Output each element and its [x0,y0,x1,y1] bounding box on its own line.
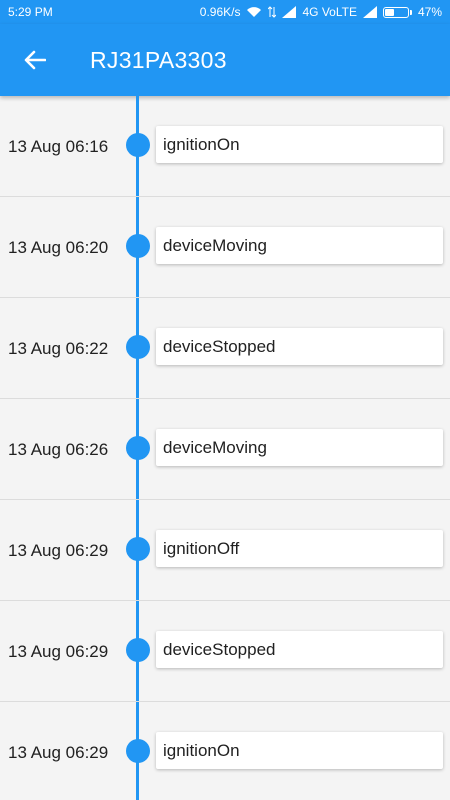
event-label: ignitionOn [163,740,240,760]
battery-icon [382,6,412,18]
event-card[interactable]: deviceStopped [156,631,443,668]
event-label: deviceStopped [163,639,276,659]
signal-icon [282,6,297,18]
event-card[interactable]: ignitionOn [156,126,443,163]
event-time: 13 Aug 06:29 [8,642,109,661]
arrow-left-icon [24,50,46,70]
page-title: RJ31PA3303 [90,46,227,73]
status-indicators: 0.96K/s 4G VoLTE 47% [200,5,442,19]
timeline-dot [126,335,150,359]
timeline-row: 13 Aug 06:20 deviceMoving [0,197,450,298]
network-type: 4G VoLTE [302,5,357,19]
back-button[interactable] [23,48,47,72]
event-label: deviceMoving [163,437,267,457]
event-label: ignitionOn [163,134,240,154]
event-time: 13 Aug 06:20 [8,238,109,257]
status-time: 5:29 PM [8,5,53,19]
network-speed: 0.96K/s [199,5,241,19]
timeline-dot [126,436,150,460]
event-time: 13 Aug 06:29 [8,743,109,762]
signal-icon-2 [362,6,377,18]
status-bar: 5:29 PM 0.96K/s 4G VoLTE 47% [0,0,450,24]
event-time: 13 Aug 06:29 [8,541,109,560]
timeline-row: 13 Aug 06:16 ignitionOn [0,96,450,197]
event-label: ignitionOff [163,538,240,558]
timeline-row: 13 Aug 06:29 ignitionOff [0,500,450,601]
event-card[interactable]: deviceStopped [156,328,443,365]
battery-percent: 47% [417,5,442,19]
event-label: deviceStopped [163,336,276,356]
event-time: 13 Aug 06:22 [8,339,109,358]
timeline-row: 13 Aug 06:29 deviceStopped [0,601,450,702]
event-time: 13 Aug 06:16 [8,137,109,156]
event-card[interactable]: ignitionOn [156,732,443,769]
event-time: 13 Aug 06:26 [8,440,109,459]
timeline-row: 13 Aug 06:26 deviceMoving [0,399,450,500]
timeline-dot [126,133,150,157]
event-card[interactable]: deviceMoving [156,227,443,264]
app-bar: RJ31PA3303 [0,24,450,96]
timeline-dot [126,234,150,258]
timeline-dot [126,638,150,662]
timeline-row: 13 Aug 06:22 deviceStopped [0,298,450,399]
data-transfer-icon [268,6,277,18]
timeline-dot [126,739,150,763]
event-timeline[interactable]: 13 Aug 06:16 ignitionOn 13 Aug 06:20 device… [0,96,450,800]
event-label: deviceMoving [163,235,267,255]
event-card[interactable]: deviceMoving [156,429,443,466]
timeline-row: 13 Aug 06:29 ignitionOn [0,702,450,800]
event-card[interactable]: ignitionOff [156,530,443,567]
wifi-icon [246,6,262,18]
timeline-dot [126,537,150,561]
